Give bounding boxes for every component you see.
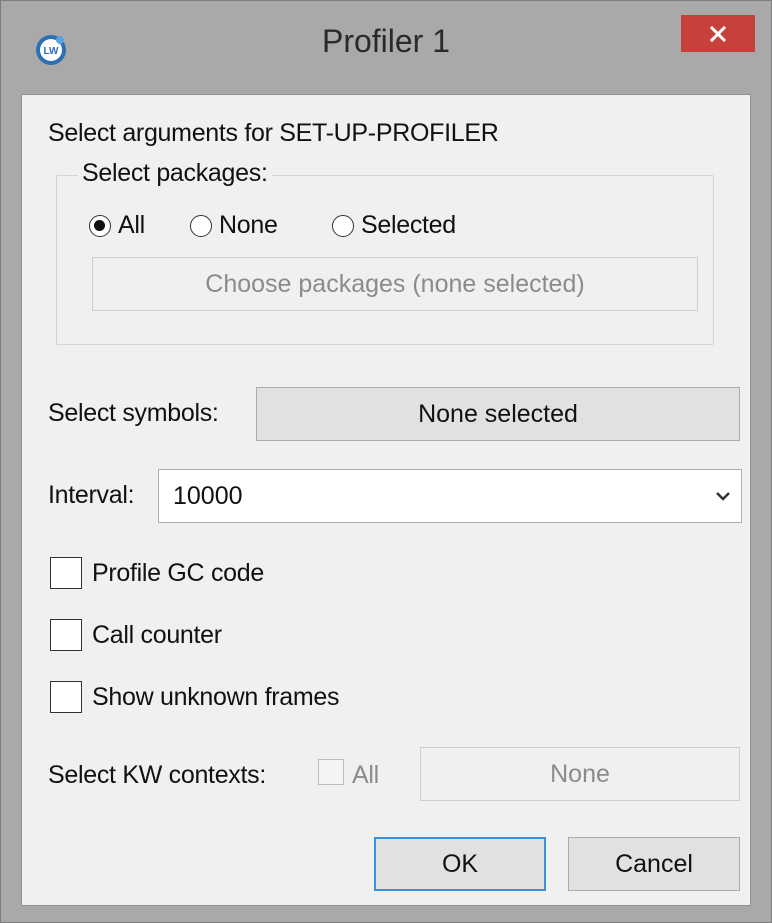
call-counter-checkbox[interactable] (50, 619, 82, 651)
kw-contexts-button[interactable]: None (420, 747, 740, 801)
symbols-label: Select symbols: (48, 399, 219, 427)
select-symbols-button[interactable]: None selected (256, 387, 740, 441)
show-unknown-frames-label[interactable]: Show unknown frames (92, 683, 340, 712)
close-button[interactable] (681, 15, 755, 52)
interval-value: 10000 (173, 482, 243, 510)
window-title: Profiler 1 (321, 23, 451, 59)
kw-all-label: All (352, 761, 379, 789)
show-unknown-frames-checkbox[interactable] (50, 681, 82, 713)
kw-all-checkbox[interactable] (318, 759, 344, 785)
profile-gc-label[interactable]: Profile GC code (92, 559, 264, 588)
radio-selected-label[interactable]: Selected (361, 211, 456, 240)
radio-selected[interactable] (332, 215, 354, 237)
interval-label: Interval: (48, 481, 135, 509)
packages-group-label: Select packages: (78, 159, 272, 188)
close-icon (709, 25, 727, 42)
title-bar[interactable]: LW Profiler 1 (1, 1, 771, 93)
radio-all[interactable] (89, 215, 111, 237)
profile-gc-checkbox[interactable] (50, 557, 82, 589)
radio-selected-dot (94, 220, 105, 231)
radio-none[interactable] (190, 215, 212, 237)
cancel-button[interactable]: Cancel (568, 837, 740, 891)
profiler-dialog: LW Profiler 1 Select arguments for SET-U… (0, 0, 772, 923)
radio-none-label[interactable]: None (219, 211, 278, 240)
interval-combobox[interactable]: 10000 (158, 469, 742, 523)
dialog-body: Select arguments for SET-UP-PROFILER Sel… (21, 94, 751, 906)
kw-contexts-label: Select KW contexts: (48, 761, 266, 789)
call-counter-label[interactable]: Call counter (92, 621, 222, 650)
choose-packages-button[interactable]: Choose packages (none selected) (92, 257, 698, 311)
chevron-down-icon[interactable] (713, 486, 733, 506)
ok-button[interactable]: OK (374, 837, 546, 891)
radio-all-label[interactable]: All (118, 211, 145, 240)
prompt-text: Select arguments for SET-UP-PROFILER (48, 119, 499, 147)
